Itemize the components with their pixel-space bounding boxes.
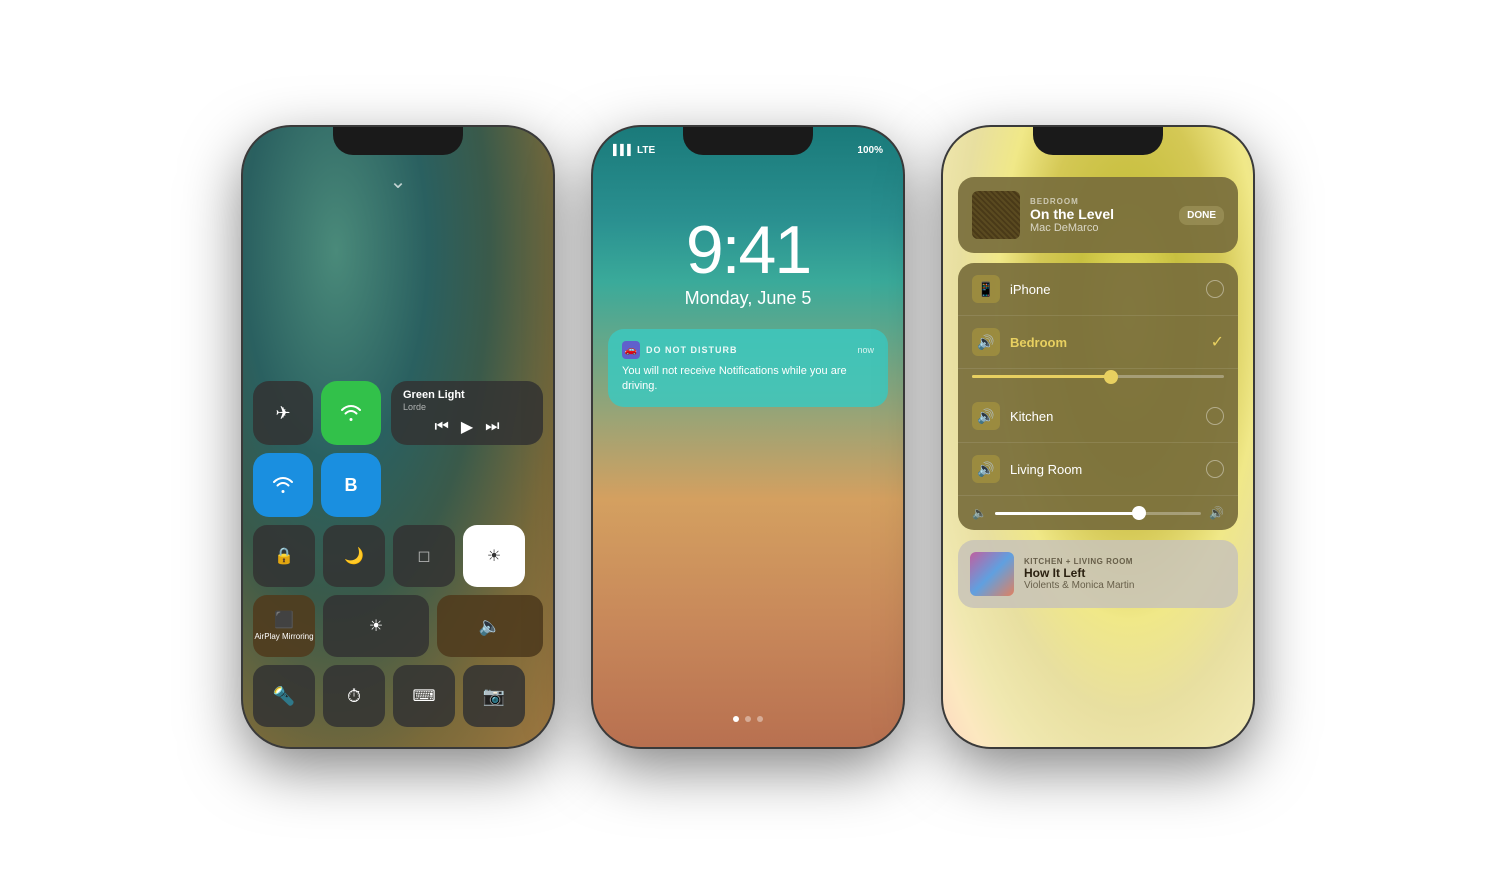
living-room-speaker-label: Living Room [1010, 462, 1196, 477]
brightness-tile[interactable]: ☀ [463, 525, 525, 587]
music-artist: Lorde [403, 402, 531, 412]
control-center-screen: ⌄ ✈ [243, 127, 553, 747]
bedroom-speaker-row[interactable]: 🔊 Bedroom ✓ [958, 316, 1238, 369]
camera-button[interactable]: 📷 [463, 665, 525, 727]
screen-mirroring-button[interactable]: ◻ [393, 525, 455, 587]
wifi-button-2[interactable] [253, 453, 313, 517]
dot-2 [745, 716, 751, 722]
master-volume-slider[interactable] [995, 512, 1201, 515]
notification-app-name: DO NOT DISTURB [646, 345, 738, 355]
bedroom-icon: 🔊 [972, 328, 1000, 356]
volume-high-icon: 🔊 [1209, 506, 1224, 520]
iphone-icon: 📱 [972, 275, 1000, 303]
now-playing-title: On the Level [1030, 206, 1169, 222]
music-tile[interactable]: Green Light Lorde ⏮ ▶ ⏭ [391, 381, 543, 445]
iphone-select-circle [1206, 280, 1224, 298]
music-title: Green Light [403, 389, 531, 401]
swipe-down-chevron[interactable]: ⌄ [390, 169, 407, 194]
bedroom-speaker-label: Bedroom [1010, 335, 1201, 350]
dot-3 [757, 716, 763, 722]
flashlight-button[interactable]: 🔦 [253, 665, 315, 727]
volume-low-icon: 🔈 [972, 506, 987, 520]
iphone-speaker-row[interactable]: 📱 iPhone [958, 263, 1238, 316]
kitchen-speaker-row[interactable]: 🔊 Kitchen [958, 390, 1238, 443]
notification-time: now [857, 345, 874, 355]
bottom-track-artist: Violents & Monica Martin [1024, 580, 1226, 591]
wifi-button[interactable] [321, 381, 381, 445]
status-bar: ▌▌▌ LTE 100% [593, 133, 903, 156]
play-pause-button[interactable]: ▶ [461, 417, 473, 437]
signal-strength: ▌▌▌ LTE [613, 145, 655, 156]
volume-tile[interactable]: 🔈 [437, 595, 543, 657]
bottom-album-art [970, 552, 1014, 596]
now-playing-card: BEDROOM On the Level Mac DeMarco DONE [958, 177, 1238, 253]
do-not-disturb-notification[interactable]: 🚗 DO NOT DISTURB now You will not receiv… [608, 329, 888, 407]
phone-2-lock-screen: ▌▌▌ LTE 100% 9:41 Monday, June 5 🚗 DO NO… [593, 127, 903, 747]
battery-indicator: 100% [857, 145, 883, 156]
rotation-lock-button[interactable]: 🔒 [253, 525, 315, 587]
kitchen-select-circle [1206, 407, 1224, 425]
notification-app-icon: 🚗 [622, 341, 640, 359]
phone-3-airplay: BEDROOM On the Level Mac DeMarco DONE 📱 … [943, 127, 1253, 747]
kitchen-living-room-card: KITCHEN + LIVING ROOM How It Left Violen… [958, 540, 1238, 608]
prev-track-button[interactable]: ⏮ [434, 418, 448, 436]
next-track-button[interactable]: ⏭ [485, 418, 499, 436]
timer-button[interactable]: ⏱ [323, 665, 385, 727]
kitchen-speaker-label: Kitchen [1010, 409, 1196, 424]
album-art [972, 191, 1020, 239]
speakers-card: 📱 iPhone 🔊 Bedroom ✓ [958, 263, 1238, 530]
now-playing-room: BEDROOM [1030, 197, 1169, 206]
bluetooth-button[interactable]: B [321, 453, 381, 517]
airplay-mirroring-button[interactable]: ⬛ AirPlay Mirroring [253, 595, 315, 657]
page-indicator [733, 716, 763, 722]
kitchen-icon: 🔊 [972, 402, 1000, 430]
lock-screen-date: Monday, June 5 [685, 288, 812, 309]
master-volume-row[interactable]: 🔈 🔊 [958, 496, 1238, 530]
living-room-icon: 🔊 [972, 455, 1000, 483]
done-button[interactable]: DONE [1179, 206, 1224, 225]
living-room-speaker-row[interactable]: 🔊 Living Room [958, 443, 1238, 496]
brightness-slider-tile[interactable]: ☀ [323, 595, 429, 657]
do-not-disturb-button[interactable]: 🌙 [323, 525, 385, 587]
bottom-room-label: KITCHEN + LIVING ROOM [1024, 557, 1226, 566]
living-room-select-circle [1206, 460, 1224, 478]
airplay-screen: BEDROOM On the Level Mac DeMarco DONE 📱 … [943, 127, 1253, 747]
bottom-track-title: How It Left [1024, 566, 1226, 580]
now-playing-artist: Mac DeMarco [1030, 222, 1169, 234]
notification-body: You will not receive Notifications while… [622, 364, 874, 395]
dot-1 [733, 716, 739, 722]
bedroom-volume-row[interactable] [958, 369, 1238, 390]
calculator-button[interactable]: ⌨ [393, 665, 455, 727]
airplay-label: AirPlay Mirroring [254, 632, 313, 642]
bedroom-volume-slider[interactable] [972, 375, 1224, 378]
airplane-mode-button[interactable]: ✈ [253, 381, 313, 445]
lock-screen: ▌▌▌ LTE 100% 9:41 Monday, June 5 🚗 DO NO… [593, 127, 903, 747]
iphone-speaker-label: iPhone [1010, 282, 1196, 297]
phone-1-control-center: ⌄ ✈ [243, 127, 553, 747]
lock-screen-time: 9:41 [686, 216, 810, 284]
bedroom-checkmark: ✓ [1211, 332, 1224, 352]
